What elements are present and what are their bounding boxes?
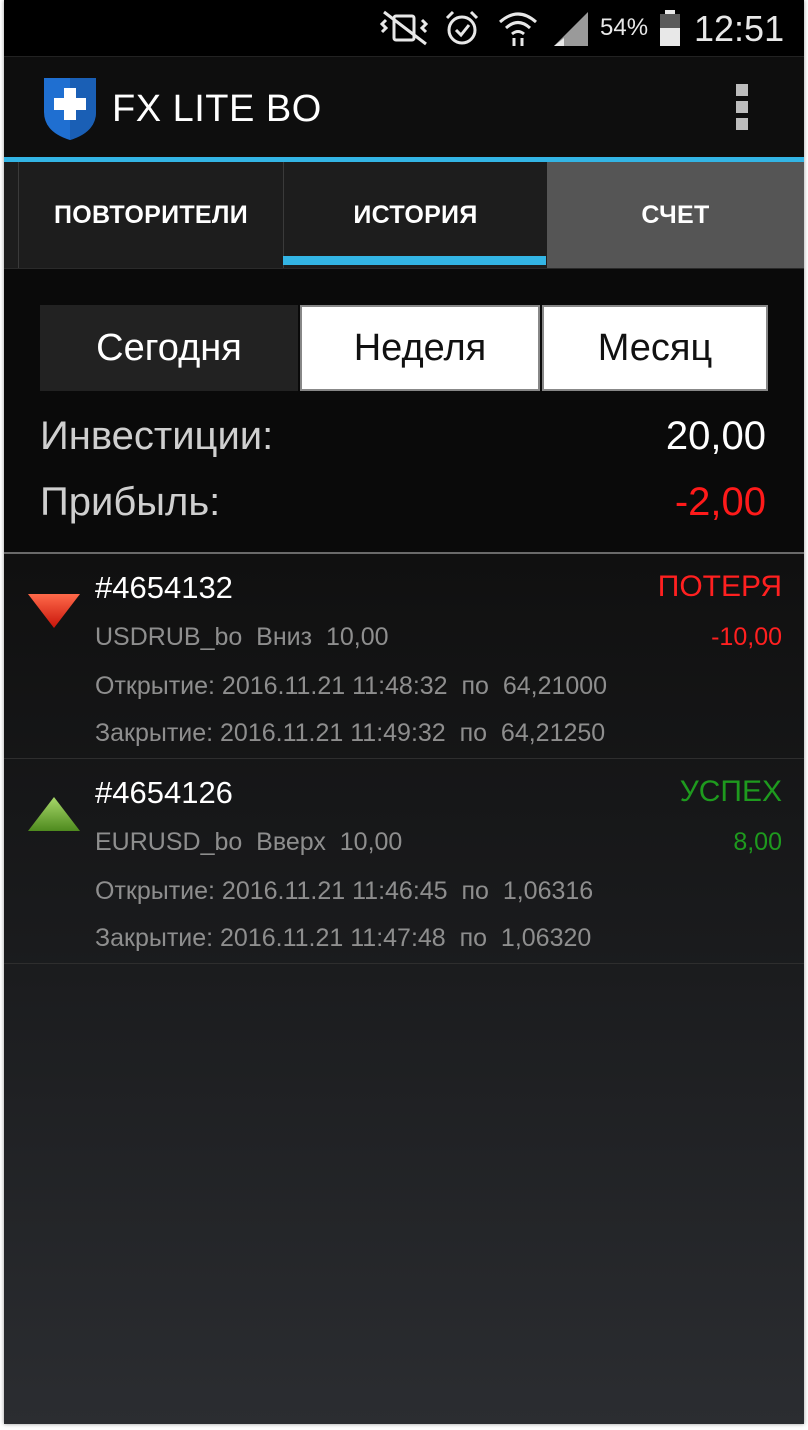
tab-history[interactable]: ИСТОРИЯ [283, 162, 547, 268]
filter-today-button[interactable]: Сегодня [40, 305, 298, 391]
trade-info: USDRUB_bo Вниз 10,00 [95, 623, 389, 651]
profit-label: Прибыль: [40, 480, 221, 524]
profit-value: -2,00 [674, 480, 766, 524]
battery-icon [660, 10, 680, 46]
vibrate-mute-icon [379, 10, 429, 46]
signal-icon [554, 12, 588, 46]
trade-close: Закрытие: 2016.11.21 11:49:32 по 64,2125… [95, 719, 606, 747]
battery-percent: 54% [600, 14, 649, 41]
trade-open: Открытие: 2016.11.21 11:48:32 по 64,2100… [95, 672, 608, 700]
filter-week-button[interactable]: Неделя [300, 305, 540, 391]
active-tab-indicator [283, 256, 546, 265]
trade-info: EURUSD_bo Вверх 10,00 [95, 828, 403, 856]
arrow-down-icon [28, 594, 80, 628]
trade-open: Открытие: 2016.11.21 11:46:45 по 1,06316 [95, 877, 594, 905]
trade-close: Закрытие: 2016.11.21 11:47:48 по 1,06320 [95, 924, 592, 952]
tab-repeaters[interactable]: ПОВТОРИТЕЛИ [18, 162, 283, 268]
status-bar: 54% 12:51 [4, 0, 804, 56]
investments-label: Инвестиции: [40, 414, 274, 458]
phone-screen: 54% 12:51 FX LITE BO ПОВТОРИТЕЛИ ИСТОРИЯ… [4, 0, 804, 1424]
shield-plus-icon [44, 78, 96, 140]
app-title: FX LITE BO [112, 88, 322, 130]
clock: 12:51 [694, 8, 785, 49]
arrow-up-icon [28, 797, 80, 831]
overflow-menu-icon[interactable] [732, 84, 752, 134]
trade-amount: -10,00 [711, 623, 782, 651]
tab-account[interactable]: СЧЕТ [547, 162, 804, 268]
trade-status: УСПЕХ [679, 775, 782, 808]
trade-amount: 8,00 [733, 828, 782, 856]
alarm-icon [445, 10, 479, 45]
list-item[interactable]: #4654132 ПОТЕРЯ USDRUB_bo Вниз 10,00 -10… [4, 554, 804, 759]
trade-id: #4654126 [95, 775, 233, 810]
list-item[interactable]: #4654126 УСПЕХ EURUSD_bo Вверх 10,00 8,0… [4, 759, 804, 964]
trade-status: ПОТЕРЯ [657, 570, 782, 603]
trade-history-list: #4654132 ПОТЕРЯ USDRUB_bo Вниз 10,00 -10… [4, 554, 804, 1424]
filter-month-button[interactable]: Месяц [542, 305, 768, 391]
tab-bar: ПОВТОРИТЕЛИ ИСТОРИЯ СЧЕТ [4, 162, 804, 269]
investments-value: 20,00 [665, 414, 766, 458]
wifi-icon [499, 12, 537, 46]
trade-id: #4654132 [95, 570, 233, 605]
